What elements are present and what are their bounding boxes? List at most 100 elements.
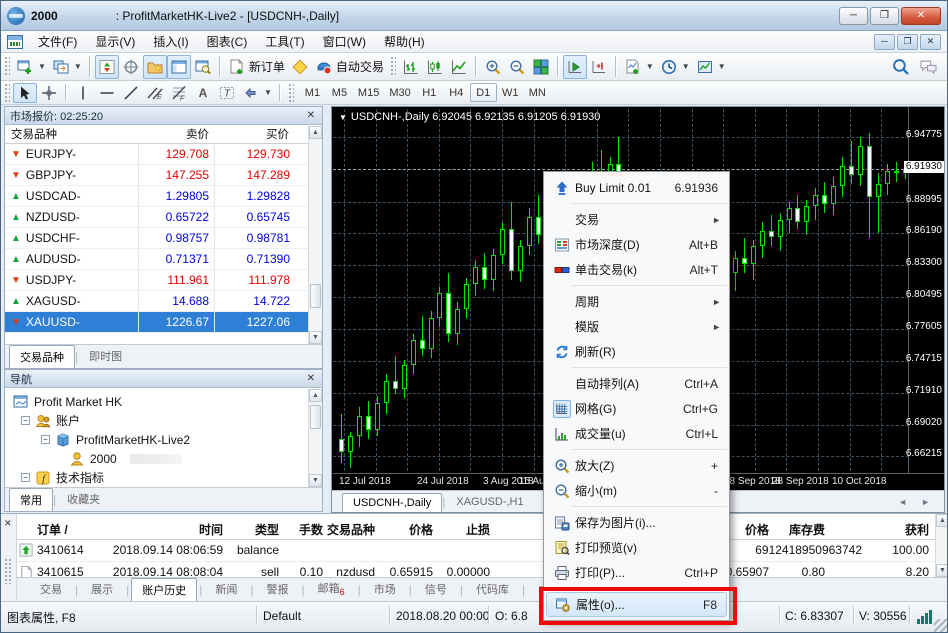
timeframe-button-m1[interactable]: M1 <box>299 83 326 102</box>
column-header-0[interactable]: 订单 / <box>37 520 117 540</box>
zoom-out-button[interactable] <box>505 55 529 79</box>
data-window-button[interactable] <box>119 55 143 79</box>
child-restore-button[interactable]: ❐ <box>897 34 918 50</box>
navigator-item-2[interactable]: −ProfitMarketHK-Live2 <box>41 430 190 449</box>
menubar-item-4[interactable]: 工具(T) <box>256 30 313 53</box>
menubar-item-0[interactable]: 文件(F) <box>29 30 86 53</box>
menubar-item-1[interactable]: 显示(V) <box>86 30 144 53</box>
timeframe-button-h1[interactable]: H1 <box>416 83 443 102</box>
table-row[interactable]: 34106142018.09.14 08:06:59balance100.006… <box>17 540 935 562</box>
timeframe-button-mn[interactable]: MN <box>524 83 551 102</box>
column-header-6[interactable]: 止损 <box>433 520 490 540</box>
market-watch-row[interactable]: ▼USDJPY- 111.961 111.978 <box>5 270 322 291</box>
scroll-up-icon[interactable]: ▲ <box>936 514 948 527</box>
market-watch-tab-1[interactable]: 即时图 <box>78 344 133 368</box>
tree-expander-icon[interactable]: − <box>41 435 50 444</box>
column-header-1[interactable]: 时间 <box>107 520 223 540</box>
column-buy[interactable]: 买价 <box>215 126 295 142</box>
close-button[interactable]: ✕ <box>901 7 941 25</box>
trendline-tool-button[interactable] <box>119 83 143 103</box>
text-label-tool-button[interactable]: T <box>215 83 239 103</box>
menubar-item-6[interactable]: 帮助(H) <box>375 30 434 53</box>
chart-shift-button[interactable] <box>587 55 611 79</box>
market-watch-row[interactable]: ▲AUDUSD- 0.71371 0.71390 <box>5 249 322 270</box>
context-menu-item--u-[interactable]: 成交量(u)Ctrl+L <box>546 421 727 446</box>
search-icon[interactable] <box>891 58 909 76</box>
drag-handle[interactable] <box>4 558 13 584</box>
scroll-left-icon[interactable]: ◄ <box>898 497 907 507</box>
navigator-item-0[interactable]: Profit Market HK <box>13 392 122 411</box>
terminal-button[interactable] <box>167 55 191 79</box>
tile-windows-button[interactable] <box>529 55 553 79</box>
column-header-4[interactable]: 交易品种 <box>323 520 375 540</box>
column-header-9[interactable]: 库存费 <box>769 520 825 540</box>
market-watch-row[interactable]: ▲USDCHF- 0.98757 0.98781 <box>5 228 322 249</box>
navigator-item-3[interactable]: 2000 <box>69 449 182 468</box>
auto-scroll-button[interactable] <box>563 55 587 79</box>
context-menu-item--d-[interactable]: 市场深度(D)Alt+B <box>546 232 727 257</box>
close-icon[interactable]: ✕ <box>305 110 317 121</box>
minimize-button[interactable]: ─ <box>839 7 868 25</box>
market-watch-tab-0[interactable]: 交易品种 <box>9 345 75 368</box>
scroll-up-icon[interactable]: ▲ <box>309 389 322 402</box>
scroll-down-icon[interactable]: ▼ <box>309 474 322 487</box>
table-row[interactable]: 34106152018.09.14 08:08:04sell0.10nzdusd… <box>17 562 935 577</box>
profiles-button[interactable]: ▼ <box>49 55 85 79</box>
context-menu-item--k-[interactable]: 单击交易(k)Alt+T <box>546 257 727 282</box>
terminal-tab-2[interactable]: 账户历史 <box>131 578 197 601</box>
close-icon[interactable]: ✕ <box>305 373 317 384</box>
vline-tool-button[interactable] <box>71 83 95 103</box>
navigator-scrollbar[interactable]: ▲ ▼ <box>308 389 322 487</box>
context-menu-item-buy-limit-0-01[interactable]: Buy Limit 0.016.91936 <box>546 175 727 200</box>
timeframe-button-m5[interactable]: M5 <box>326 83 353 102</box>
column-header-10[interactable]: 获利 <box>825 520 929 540</box>
navigator-item-1[interactable]: −账户 <box>21 411 80 430</box>
market-watch-row[interactable]: ▼EURJPY- 129.708 129.730 <box>5 144 322 165</box>
terminal-tab-0[interactable]: 交易 <box>29 577 73 601</box>
context-menu-item--v-[interactable]: 打印预览(v) <box>546 535 727 560</box>
templates-button[interactable]: ▼ <box>693 55 729 79</box>
indicators-button[interactable]: ▼ <box>621 55 657 79</box>
close-icon[interactable]: ✕ <box>4 518 12 529</box>
fibonacci-tool-button[interactable]: F <box>167 83 191 103</box>
new-order-button[interactable]: 新订单 <box>225 55 288 79</box>
metaeditor-button[interactable] <box>288 55 312 79</box>
market-watch-row[interactable]: ▲XAGUSD- 14.688 14.722 <box>5 291 322 312</box>
navigator-tab-1[interactable]: 收藏夹 <box>56 487 111 511</box>
new-chart-button[interactable]: ▼ <box>13 55 49 79</box>
context-menu-item--i-[interactable]: 保存为图片(i)... <box>546 510 727 535</box>
market-watch-row[interactable]: ▼GBPJPY- 147.255 147.289 <box>5 165 322 186</box>
autotrading-button[interactable]: 自动交易 <box>312 55 387 79</box>
toolbar-drag-handle[interactable] <box>288 83 294 101</box>
menubar-item-5[interactable]: 窗口(W) <box>314 30 375 53</box>
maximize-button[interactable]: ❐ <box>870 7 899 25</box>
scroll-down-icon[interactable]: ▼ <box>936 564 948 577</box>
navigator-button[interactable] <box>143 55 167 79</box>
context-menu-item--r-[interactable]: 刷新(R) <box>546 339 727 364</box>
strategy-tester-button[interactable] <box>191 55 215 79</box>
cursor-tool-button[interactable] <box>13 83 37 103</box>
scroll-down-icon[interactable]: ▼ <box>309 331 322 344</box>
context-menu-item--z-[interactable]: 放大(Z)+ <box>546 453 727 478</box>
context-menu-item--a-[interactable]: 自动排列(A)Ctrl+A <box>546 371 727 396</box>
context-menu-item--g-[interactable]: 网格(G)Ctrl+G <box>546 396 727 421</box>
text-tool-button[interactable]: A <box>191 83 215 103</box>
terminal-tab-1[interactable]: 展示 <box>80 577 124 601</box>
toolbar-drag-handle[interactable] <box>4 83 10 101</box>
menubar-item-2[interactable]: 插入(I) <box>144 30 197 53</box>
zoom-in-button[interactable] <box>481 55 505 79</box>
context-menu-item--[interactable]: 模版► <box>546 314 727 339</box>
chart-tab-0[interactable]: USDCNH-,Daily <box>342 493 442 512</box>
toolbar-drag-handle[interactable] <box>4 56 10 78</box>
context-menu-item--m-[interactable]: 缩小(m)- <box>546 478 727 503</box>
terminal-scrollbar[interactable]: ▲ ▼ <box>935 514 948 577</box>
line-chart-button[interactable] <box>447 55 471 79</box>
column-header-3[interactable]: 手数 <box>279 520 323 540</box>
bar-chart-button[interactable] <box>399 55 423 79</box>
context-menu-item--p-[interactable]: 打印(P)...Ctrl+P <box>546 560 727 585</box>
market-watch-button[interactable] <box>95 55 119 79</box>
chart-tab-1[interactable]: XAGUSD-,H1 <box>445 492 534 512</box>
price-axis[interactable]: 6.947756.919306.889956.861906.833006.804… <box>908 107 944 473</box>
hline-tool-button[interactable] <box>95 83 119 103</box>
navigator-item-4[interactable]: −f技术指标 <box>21 468 104 487</box>
